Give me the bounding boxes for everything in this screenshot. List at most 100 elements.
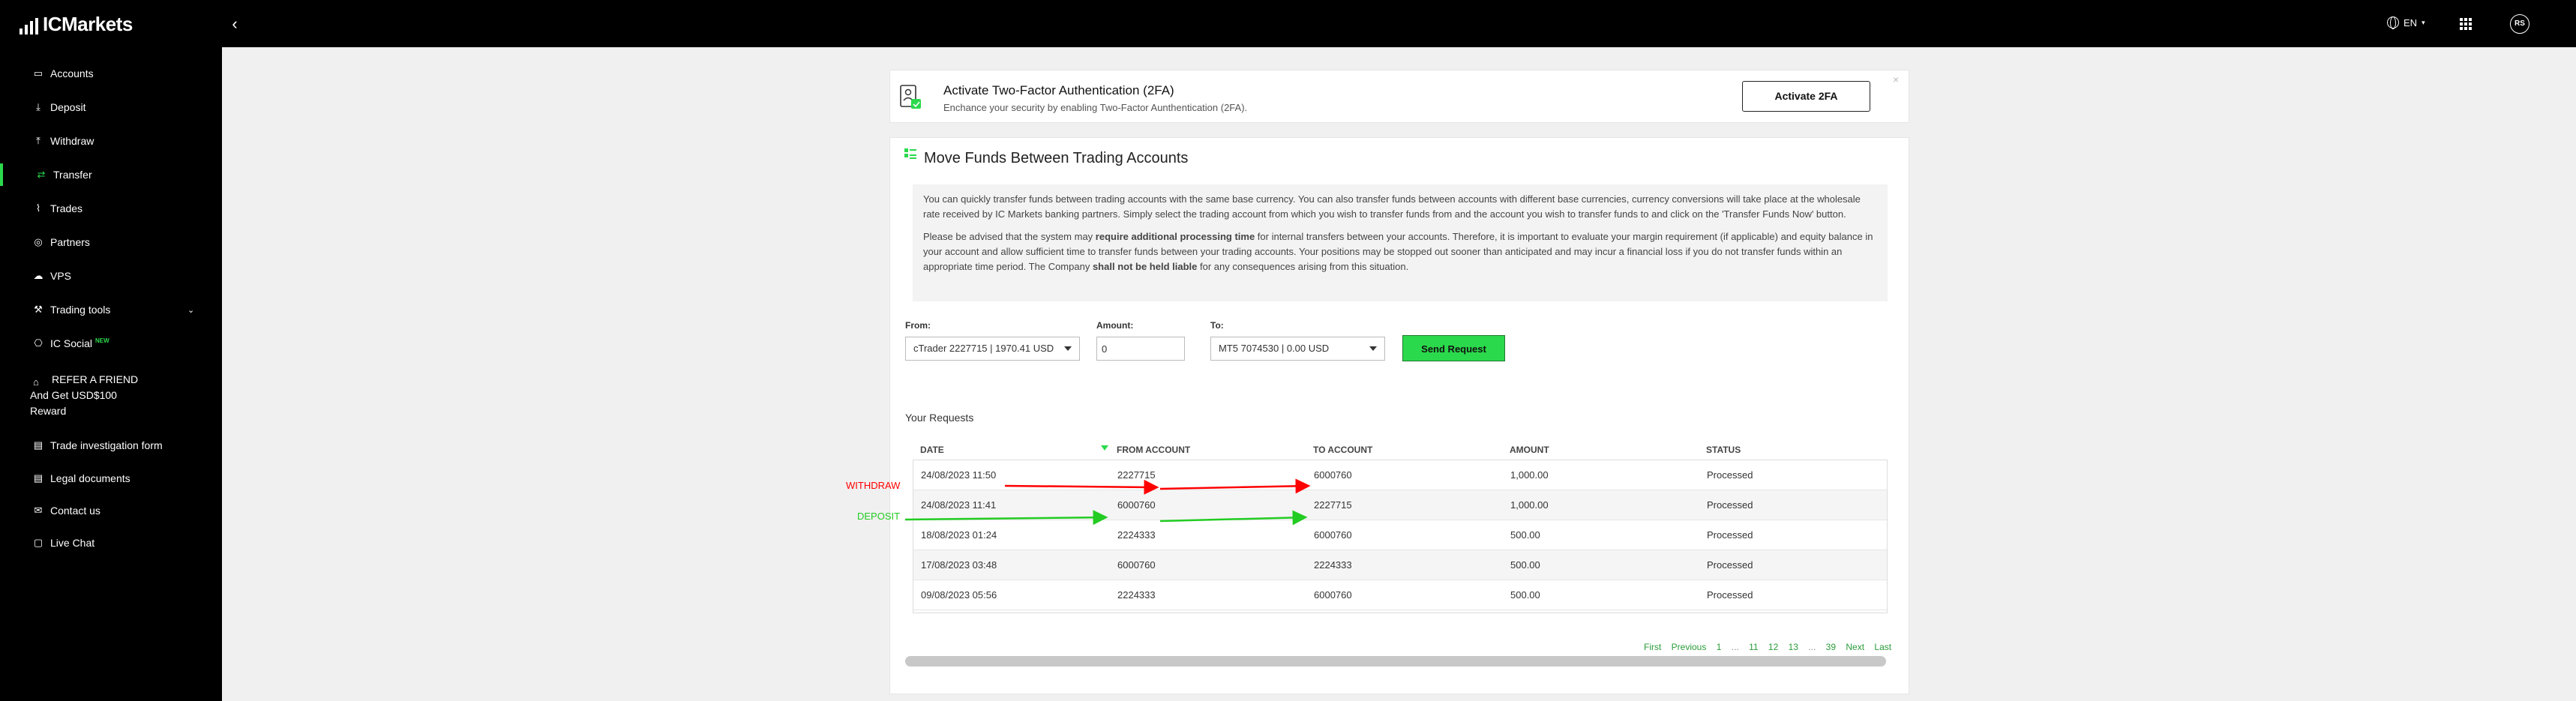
chevron-down-icon: ▾ <box>2422 18 2425 26</box>
sidebar-item-withdraw[interactable]: ⤒ Withdraw <box>0 130 222 152</box>
sidebar-item-legal-documents[interactable]: ▤ Legal documents <box>0 467 222 490</box>
amount-label: Amount: <box>1096 320 1134 331</box>
column-header-date[interactable]: DATE <box>920 445 944 455</box>
column-header-from[interactable]: FROM ACCOUNT <box>1117 445 1190 455</box>
requests-heading: Your Requests <box>905 412 974 424</box>
horizontal-scrollbar[interactable] <box>905 656 1886 667</box>
column-header-amount[interactable]: AMOUNT <box>1510 445 1549 455</box>
amount-input[interactable] <box>1096 337 1185 361</box>
trading-tools-icon: ⚒ <box>34 304 43 315</box>
sidebar-item-deposit[interactable]: ⤓ Deposit <box>0 96 222 118</box>
sidebar-item-partners[interactable]: ◎ Partners <box>0 231 222 253</box>
page-next[interactable]: Next <box>1846 642 1864 652</box>
sidebar-item-live-chat[interactable]: ▢ Live Chat <box>0 532 222 554</box>
deposit-annotation: DEPOSIT <box>857 511 901 522</box>
sidebar-item-label: Legal documents <box>50 472 130 484</box>
send-request-button[interactable]: Send Request <box>1402 335 1505 361</box>
cell-date: 09/08/2023 05:56 <box>921 589 997 601</box>
brand-name: ICMarkets <box>43 13 133 35</box>
chat-icon: ▢ <box>33 537 43 548</box>
page-12[interactable]: 12 <box>1768 642 1778 652</box>
sidebar: ▭ Accounts ⤓ Deposit ⤒ Withdraw ⇄ Transf… <box>0 47 222 701</box>
table-row: 24/08/2023 11:50 2227715 6000760 1,000.0… <box>913 460 1887 490</box>
ic-social-icon: ⎔ <box>34 337 43 349</box>
info-paragraph-1: You can quickly transfer funds between t… <box>923 193 1861 220</box>
sidebar-item-label: Trade investigation form <box>50 439 163 451</box>
page-39[interactable]: 39 <box>1826 642 1836 652</box>
close-icon[interactable]: × <box>1893 73 1899 85</box>
from-account-select[interactable]: cTrader 2227715 | 1970.41 USD <box>905 337 1080 361</box>
sort-desc-icon[interactable] <box>1101 445 1108 451</box>
cell-to: 6000760 <box>1314 589 1352 601</box>
activate-2fa-button[interactable]: Activate 2FA <box>1742 81 1870 112</box>
sidebar-item-trade-investigation[interactable]: ▤ Trade investigation form <box>0 434 222 457</box>
from-account-value: cTrader 2227715 | 1970.41 USD <box>913 343 1054 354</box>
table-row: 24/08/2023 11:41 6000760 2227715 1,000.0… <box>913 490 1887 520</box>
cell-status: Processed <box>1707 559 1753 571</box>
column-header-to[interactable]: TO ACCOUNT <box>1313 445 1372 455</box>
sidebar-item-trading-tools[interactable]: ⚒ Trading tools ⌄ <box>0 298 222 321</box>
sidebar-item-ic-social[interactable]: ⎔ IC Social NEW <box>0 332 222 355</box>
partners-icon: ◎ <box>34 236 43 247</box>
cell-from: 6000760 <box>1117 559 1156 571</box>
table-row: 17/08/2023 03:48 6000760 2224333 500.00 … <box>913 550 1887 580</box>
twofa-title: Activate Two-Factor Authentication (2FA) <box>943 83 1174 97</box>
sidebar-item-label: Trades <box>50 202 83 214</box>
cell-to: 2227715 <box>1314 499 1352 511</box>
page-1[interactable]: 1 <box>1717 642 1722 652</box>
sidebar-item-vps[interactable]: ☁ VPS <box>0 265 222 287</box>
sidebar-item-label: Trading tools <box>50 304 111 316</box>
to-account-select[interactable]: MT5 7074530 | 0.00 USD <box>1210 337 1385 361</box>
withdraw-annotation: WITHDRAW <box>846 480 901 491</box>
transfer-icon: ⇄ <box>37 169 46 180</box>
collapse-sidebar-button[interactable]: ‹ <box>226 15 243 33</box>
cell-from: 6000760 <box>1117 499 1156 511</box>
page-title: Move Funds Between Trading Accounts <box>924 150 1189 166</box>
top-bar: ICMarkets ‹ EN ▾ RS <box>0 0 2576 47</box>
page-13[interactable]: 13 <box>1789 642 1798 652</box>
trades-icon: ⌇ <box>35 202 41 214</box>
brand-logo[interactable]: ICMarkets <box>19 13 133 34</box>
sidebar-item-label: Transfer <box>53 169 92 181</box>
deposit-icon: ⤓ <box>36 101 40 112</box>
sidebar-item-label: Contact us <box>50 505 100 517</box>
user-avatar[interactable]: RS <box>2510 14 2530 34</box>
withdraw-icon: ⤒ <box>36 135 40 146</box>
pagination: First Previous 1 ... 11 12 13 ... 39 Nex… <box>1636 642 1891 652</box>
sidebar-item-label: Accounts <box>50 67 94 79</box>
apps-grid-icon[interactable] <box>2460 18 2472 30</box>
cell-status: Processed <box>1707 499 1753 511</box>
sidebar-item-transfer[interactable]: ⇄ Transfer <box>0 163 222 186</box>
cell-amount: 1,000.00 <box>1510 499 1549 511</box>
sidebar-item-trades[interactable]: ⌇ Trades <box>0 197 222 220</box>
list-icon <box>904 148 916 159</box>
twofa-subtitle: Enchance your security by enabling Two-F… <box>943 102 1248 113</box>
page-ellipsis: ... <box>1808 642 1816 652</box>
sidebar-item-label: Live Chat <box>50 537 95 549</box>
column-header-status[interactable]: STATUS <box>1706 445 1741 455</box>
page-first[interactable]: First <box>1644 642 1661 652</box>
page-last[interactable]: Last <box>1874 642 1891 652</box>
legal-icon: ▤ <box>33 472 43 484</box>
cell-status: Processed <box>1707 529 1753 541</box>
cell-to: 6000760 <box>1314 529 1352 541</box>
table-body: 24/08/2023 11:50 2227715 6000760 1,000.0… <box>913 460 1888 613</box>
page-11[interactable]: 11 <box>1749 642 1758 652</box>
table-header: DATE FROM ACCOUNT TO ACCOUNT AMOUNT STAT… <box>913 438 1888 460</box>
cell-to: 6000760 <box>1314 469 1352 481</box>
sidebar-item-label: VPS <box>50 270 72 282</box>
language-selector[interactable]: EN ▾ <box>2387 16 2425 29</box>
cell-amount: 500.00 <box>1510 589 1540 601</box>
sidebar-item-label: Deposit <box>50 101 86 113</box>
table-row: 09/08/2023 05:56 2224333 6000760 500.00 … <box>913 580 1887 610</box>
info-paragraph-2: Please be advised that the system may re… <box>923 231 1873 272</box>
sidebar-item-label: Withdraw <box>50 135 94 147</box>
sidebar-item-accounts[interactable]: ▭ Accounts <box>0 62 222 85</box>
cell-status: Processed <box>1707 589 1753 601</box>
cell-amount: 500.00 <box>1510 529 1540 541</box>
chevron-down-icon <box>1369 346 1377 351</box>
page-previous[interactable]: Previous <box>1672 642 1707 652</box>
refer-a-friend-link[interactable]: ⌂ REFER A FRIEND And Get USD$100 Reward <box>30 372 138 419</box>
sidebar-item-contact-us[interactable]: ✉ Contact us <box>0 499 222 522</box>
cell-to: 2224333 <box>1314 559 1352 571</box>
